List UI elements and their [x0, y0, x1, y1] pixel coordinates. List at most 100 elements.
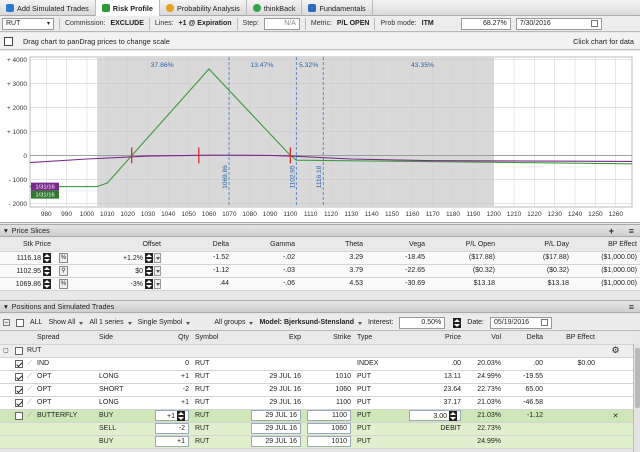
bp-cell[interactable]	[546, 422, 598, 436]
row-checkbox-cell[interactable]	[12, 383, 24, 397]
scrollbar-thumb[interactable]	[635, 348, 640, 408]
exp-box[interactable]: 29 JUL 16	[251, 423, 301, 434]
exp-box[interactable]: 29 JUL 16	[251, 410, 301, 421]
price-cell[interactable]	[406, 435, 464, 449]
commission-select[interactable]: EXCLUDE	[110, 20, 143, 27]
remove-trade-icon[interactable]: ✕	[598, 409, 633, 423]
stk-price-cell[interactable]: 1102.95	[0, 264, 54, 278]
price-cell[interactable]: DEBIT	[406, 422, 464, 436]
qty-cell[interactable]: +1	[152, 409, 192, 423]
add-slice-button[interactable]: +	[609, 226, 614, 236]
percent-toggle[interactable]: %	[59, 252, 68, 263]
row-checkbox-cell[interactable]	[12, 422, 24, 436]
simulated-trade-row[interactable]: BUY +1 RUT 29 JUL 16 1010 PUT 24.99%	[0, 435, 633, 449]
row-checkbox-cell[interactable]	[12, 357, 24, 371]
side-cell[interactable]: SELL	[96, 422, 152, 436]
group-row-rut[interactable]: ▢ RUT ⚙	[0, 344, 633, 358]
prob-mode-select[interactable]: ITM	[422, 20, 434, 27]
expand-all-icon[interactable]: –	[3, 319, 10, 326]
price-spinner[interactable]	[43, 265, 51, 276]
position-row[interactable]: ⟋ OPT LONG +1 RUT 29 JUL 16 1100 PUT 37.17 21.03%…	[0, 396, 633, 410]
exp-cell[interactable]: 29 JUL 16	[248, 422, 304, 436]
symbol-filter[interactable]: Single Symbol	[138, 319, 191, 327]
delta-cell[interactable]	[504, 422, 546, 436]
row-checkbox[interactable]	[15, 398, 23, 407]
probability-input[interactable]: 68.27%	[460, 17, 511, 30]
symbol-cell[interactable]: RUT	[192, 435, 248, 449]
positions-menu-icon[interactable]: ≡	[629, 302, 634, 312]
step-input[interactable]: N/A	[263, 17, 300, 30]
delta-cell[interactable]: -1.12	[504, 409, 546, 423]
row-checkbox[interactable]	[15, 411, 23, 420]
row-checkbox[interactable]	[15, 359, 23, 368]
qty-cell[interactable]: -2	[152, 422, 192, 436]
interest-spinner[interactable]	[453, 317, 462, 328]
row-checkbox-cell[interactable]	[12, 370, 24, 384]
group-checkbox-cell[interactable]	[12, 344, 24, 358]
strike-cell[interactable]: 1100	[304, 409, 354, 423]
row-checkbox-cell[interactable]	[12, 435, 24, 449]
show-filter[interactable]: Show All	[48, 319, 83, 327]
spread-cell[interactable]	[34, 435, 96, 449]
model-select[interactable]: Model: Bjerksund-Stensland	[259, 319, 362, 327]
offset-cell[interactable]: % +1.2%	[54, 251, 164, 265]
stk-price-cell[interactable]: 1116.18	[0, 251, 54, 265]
expand-icon[interactable]: ▢	[0, 344, 12, 358]
symbol-cell[interactable]: RUT	[192, 422, 248, 436]
tab-probability-analysis[interactable]: Probability Analysis	[160, 0, 247, 16]
row-checkbox[interactable]	[15, 385, 23, 394]
exp-cell[interactable]: 29 JUL 16	[248, 409, 304, 423]
qty-box[interactable]: +1	[155, 436, 189, 447]
collapse-icon[interactable]: ▾	[4, 226, 8, 235]
tab-thinkback[interactable]: thinkBack	[247, 0, 303, 16]
side-cell[interactable]: BUY	[96, 409, 152, 423]
qty-spinner[interactable]	[177, 411, 185, 421]
row-checkbox-cell[interactable]	[12, 396, 24, 410]
strike-box[interactable]: 1060	[307, 423, 351, 434]
metric-select[interactable]: P/L OPEN	[337, 20, 370, 27]
vol-cell[interactable]: 21.03%	[464, 409, 504, 423]
qty-cell[interactable]: +1	[152, 435, 192, 449]
group-checkbox[interactable]	[15, 346, 23, 355]
spread-cell[interactable]	[34, 422, 96, 436]
simulated-trade-row[interactable]: SELL -2 RUT 29 JUL 16 1060 PUT DEBIT 22.73%	[0, 422, 633, 436]
offset-spinner[interactable]	[145, 265, 153, 276]
offset-cell[interactable]: % -3%	[54, 277, 164, 291]
symbol-select[interactable]: RUT ▾	[2, 17, 54, 30]
risk-profile-svg[interactable]: + 4000 + 3000 + 2000 + 1000 0 - 1000 - 2000 980…	[0, 51, 640, 223]
offset-dropdown[interactable]	[154, 265, 161, 276]
bp-cell[interactable]	[546, 409, 598, 423]
date-input[interactable]: 7/30/2016	[515, 17, 602, 30]
calendar-icon[interactable]	[541, 319, 548, 326]
price-spinner[interactable]	[43, 252, 51, 263]
strike-cell[interactable]: 1060	[304, 422, 354, 436]
offset-spinner[interactable]	[145, 252, 153, 263]
interest-input[interactable]: 0.50%	[399, 316, 446, 329]
strike-cell[interactable]: 1010	[304, 435, 354, 449]
row-checkbox[interactable]	[15, 372, 23, 381]
positions-date-input[interactable]: 05/19/2016	[490, 316, 552, 329]
slices-menu-icon[interactable]: ≡	[629, 226, 634, 236]
type-cell[interactable]: PUT	[354, 435, 406, 449]
collapse-icon[interactable]: ▾	[4, 302, 8, 311]
calendar-icon[interactable]	[590, 20, 598, 27]
exp-cell[interactable]: 29 JUL 16	[248, 435, 304, 449]
symbol-cell[interactable]: RUT	[192, 409, 248, 423]
price-cell[interactable]: 3.00	[406, 409, 464, 423]
offset-dropdown[interactable]	[154, 252, 161, 263]
gear-icon[interactable]: ⚙	[598, 344, 633, 358]
tab-risk-profile[interactable]: Risk Profile	[95, 0, 160, 16]
row-checkbox-cell[interactable]	[12, 409, 24, 423]
position-row[interactable]: ⟋ IND 0 RUT INDEX .00 20.03% .00 $0.00	[0, 357, 633, 371]
risk-profile-chart[interactable]: + 4000 + 3000 + 2000 + 1000 0 - 1000 - 2000 980…	[0, 51, 640, 223]
positions-scrollbar[interactable]	[633, 344, 640, 452]
type-cell[interactable]: PUT	[354, 422, 406, 436]
stk-price-cell[interactable]: 1069.86	[0, 277, 54, 291]
type-cell[interactable]: PUT	[354, 409, 406, 423]
bp-cell[interactable]	[546, 435, 598, 449]
positions-header[interactable]: ▾ Positions and Simulated Trades ≡	[0, 300, 640, 313]
offset-spinner[interactable]	[145, 278, 153, 289]
side-cell[interactable]: BUY	[96, 435, 152, 449]
tab-fundamentals[interactable]: Fundamentals	[302, 0, 373, 16]
spread-cell[interactable]: BUTTERFLY	[34, 409, 96, 423]
